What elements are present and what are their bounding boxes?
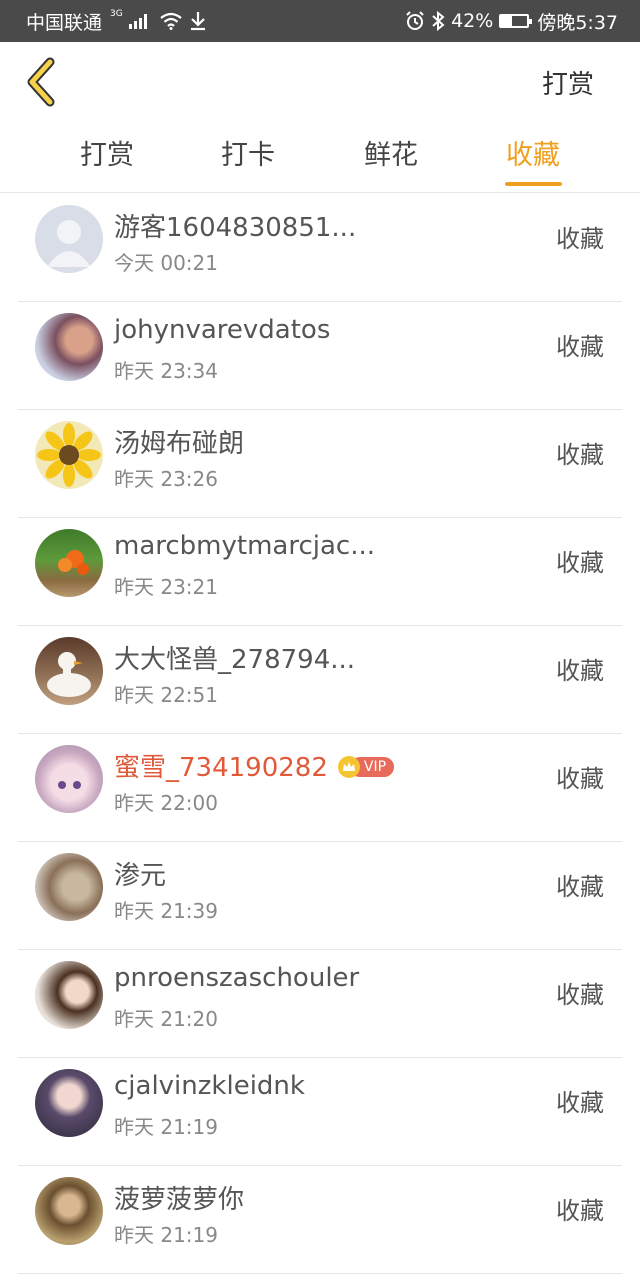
list-item[interactable]: marcbmytmarcjac... 昨天 23:21 收藏 xyxy=(18,517,622,626)
list-item[interactable]: 汤姆布碰朗 昨天 23:26 收藏 xyxy=(18,409,622,518)
bluetooth-icon xyxy=(432,11,445,31)
tab-flowers[interactable]: 鲜花 xyxy=(331,120,451,192)
list-item[interactable]: 蜜雪_734190282 VIP 昨天 22:00 收藏 xyxy=(18,733,622,842)
wifi-icon xyxy=(160,12,182,30)
favorite-label: 收藏 xyxy=(556,1197,604,1225)
user-name: 渗元 xyxy=(114,861,167,891)
chevron-left-icon xyxy=(27,57,55,107)
timestamp: 昨天 21:19 xyxy=(114,1115,218,1139)
header: 打赏 xyxy=(0,42,640,120)
flower-avatar[interactable] xyxy=(35,529,103,597)
tab-checkin[interactable]: 打卡 xyxy=(188,120,308,192)
battery-percent: 42% xyxy=(451,10,494,32)
list-item[interactable]: 渗元 昨天 21:39 收藏 xyxy=(18,841,622,950)
list-item[interactable]: cjalvinzkleidnk 昨天 21:19 收藏 xyxy=(18,1057,622,1166)
user-name: 大大怪兽_278794... xyxy=(114,645,356,675)
user-name: 汤姆布碰朗 xyxy=(114,429,245,459)
list-item[interactable]: 菠萝菠萝你 昨天 21:19 收藏 xyxy=(18,1165,622,1274)
timestamp: 昨天 23:26 xyxy=(114,467,218,491)
anime-avatar[interactable] xyxy=(35,745,103,813)
favorite-label: 收藏 xyxy=(556,981,604,1009)
status-bar: 中国联通 3G 42% 傍晚5:37 xyxy=(0,0,640,42)
vip-badge: VIP xyxy=(337,756,395,778)
photo-avatar[interactable] xyxy=(35,1069,103,1137)
timestamp: 昨天 21:19 xyxy=(114,1223,218,1247)
user-name: 游客1604830851... xyxy=(114,213,357,243)
favorite-label: 收藏 xyxy=(556,549,604,577)
carrier-label: 中国联通 xyxy=(26,11,103,34)
favorite-label: 收藏 xyxy=(556,333,604,361)
photo-avatar[interactable] xyxy=(35,313,103,381)
timestamp: 昨天 21:39 xyxy=(114,899,218,923)
user-name: johynvarevdatos xyxy=(114,315,331,345)
list-item[interactable]: pnroenszaschouler 昨天 21:20 收藏 xyxy=(18,949,622,1058)
timestamp: 昨天 23:21 xyxy=(114,575,218,599)
network-type: 3G xyxy=(110,9,123,19)
favorite-label: 收藏 xyxy=(556,441,604,469)
signal-icon xyxy=(128,13,147,29)
list-item[interactable]: johynvarevdatos 昨天 23:34 收藏 xyxy=(18,301,622,410)
favorite-label: 收藏 xyxy=(556,225,604,253)
favorite-label: 收藏 xyxy=(556,765,604,793)
alarm-icon xyxy=(406,11,424,30)
photo-avatar[interactable] xyxy=(35,853,103,921)
user-name: 菠萝菠萝你 xyxy=(114,1185,245,1215)
timestamp: 昨天 22:00 xyxy=(114,791,218,815)
photo-avatar[interactable] xyxy=(35,961,103,1029)
timestamp: 今天 00:21 xyxy=(114,251,218,275)
favorite-label: 收藏 xyxy=(556,873,604,901)
tab-reward[interactable]: 打赏 xyxy=(47,120,167,192)
timestamp: 昨天 21:20 xyxy=(114,1007,218,1031)
download-icon xyxy=(190,12,205,31)
favorite-label: 收藏 xyxy=(556,657,604,685)
user-name-text: 蜜雪_734190282 xyxy=(114,753,328,783)
user-name: 蜜雪_734190282 VIP xyxy=(114,747,395,784)
painting-avatar[interactable] xyxy=(35,1177,103,1245)
duck-avatar[interactable] xyxy=(35,637,103,705)
back-button[interactable] xyxy=(22,56,62,108)
list-item[interactable]: 大大怪兽_278794... 昨天 22:51 收藏 xyxy=(18,625,622,734)
user-name: cjalvinzkleidnk xyxy=(114,1071,305,1101)
timestamp: 昨天 23:34 xyxy=(114,359,218,383)
clock: 傍晚5:37 xyxy=(537,11,618,34)
user-name: pnroenszaschouler xyxy=(114,963,360,993)
default-user-avatar[interactable] xyxy=(35,205,103,273)
timestamp: 昨天 22:51 xyxy=(114,683,218,707)
reward-button[interactable]: 打赏 xyxy=(542,64,594,101)
list-item[interactable]: 游客1604830851... 今天 00:21 收藏 xyxy=(18,193,622,302)
sunflower-avatar[interactable] xyxy=(35,421,103,489)
crown-icon xyxy=(337,756,360,778)
active-tab-indicator xyxy=(505,182,562,186)
user-name: marcbmytmarcjac... xyxy=(114,531,376,561)
favorite-label: 收藏 xyxy=(556,1089,604,1117)
battery-icon xyxy=(499,14,533,28)
